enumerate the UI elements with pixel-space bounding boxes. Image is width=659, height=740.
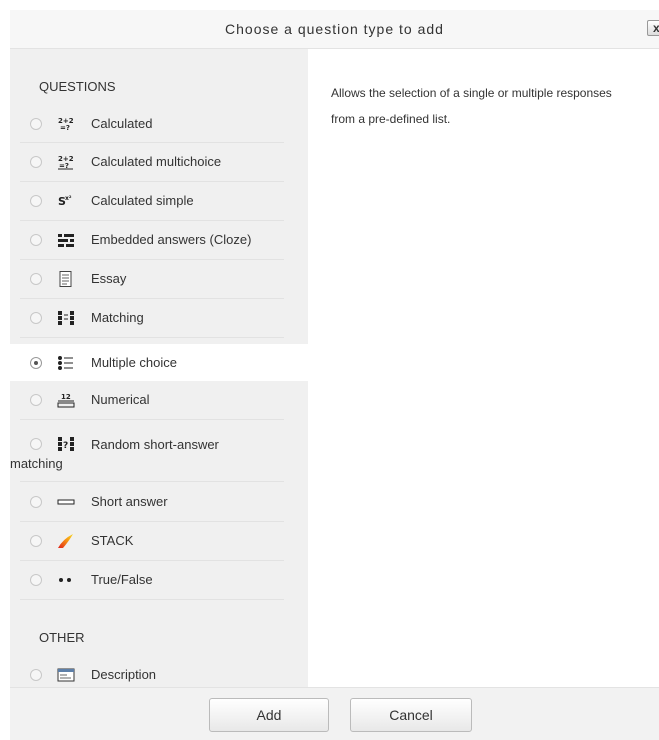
option-label: Multiple choice <box>91 354 177 370</box>
cancel-button[interactable]: Cancel <box>350 698 472 732</box>
option-label: True/False <box>91 572 153 587</box>
radio-description[interactable] <box>30 669 42 681</box>
question-type-list: QUESTIONS 2+2 =? Calculated 2+2 =? Calcula… <box>10 49 308 695</box>
radio-short-answer[interactable] <box>30 495 42 508</box>
multiple-choice-icon <box>57 355 75 371</box>
question-type-dialog: Choose a question type to add x QUESTION… <box>10 10 659 740</box>
numerical-icon: 12 <box>57 392 75 408</box>
option-matching[interactable]: Matching <box>20 299 284 338</box>
option-label: Essay <box>91 271 127 286</box>
option-true-false[interactable]: True/False <box>20 561 284 600</box>
radio-matching[interactable] <box>30 312 42 324</box>
svg-text:x²: x² <box>65 195 72 202</box>
option-cloze[interactable]: Embedded answers (Cloze) <box>20 221 284 260</box>
essay-icon <box>57 271 75 287</box>
section-label-other: OTHER <box>39 630 85 645</box>
calculated-multichoice-icon: 2+2 =? <box>57 154 75 170</box>
calculated-simple-icon: Sx² <box>57 193 75 209</box>
section-label-questions: QUESTIONS <box>39 79 116 94</box>
option-label-line2: matching <box>10 456 63 471</box>
option-label: Calculated multichoice <box>91 154 222 169</box>
question-type-description: Allows the selection of a single or mult… <box>331 86 612 126</box>
radio-calculated-simple[interactable] <box>30 195 42 207</box>
radio-multiple-choice[interactable] <box>30 356 42 369</box>
true-false-icon <box>57 572 75 588</box>
option-label: Calculated simple <box>91 193 194 208</box>
svg-text:=?: =? <box>60 124 70 132</box>
random-short-answer-icon: ? <box>57 436 75 452</box>
dialog-title: Choose a question type to add <box>225 21 444 37</box>
radio-stack[interactable] <box>30 535 42 547</box>
option-label: Short answer <box>91 493 168 509</box>
option-label: Numerical <box>91 392 150 407</box>
option-numerical[interactable]: 12 Numerical <box>20 381 284 420</box>
stack-icon <box>57 533 75 549</box>
option-stack[interactable]: STACK <box>20 522 284 561</box>
option-essay[interactable]: Essay <box>20 260 284 299</box>
radio-calculated[interactable] <box>30 118 42 130</box>
radio-essay[interactable] <box>30 273 42 285</box>
close-button[interactable]: x <box>647 20 659 36</box>
option-label: STACK <box>91 533 134 548</box>
option-short-answer[interactable]: Short answer <box>20 482 284 522</box>
option-random-short-answer-matching[interactable]: ? Random short-answer matching <box>10 420 284 482</box>
add-button[interactable]: Add <box>209 698 329 732</box>
option-label: Calculated <box>91 116 153 131</box>
option-calculated-multichoice[interactable]: 2+2 =? Calculated multichoice <box>20 143 284 182</box>
dialog-footer: Add Cancel <box>10 687 659 740</box>
option-label: Random short-answer <box>91 437 219 452</box>
matching-icon <box>57 310 75 326</box>
radio-calculated-multichoice[interactable] <box>30 156 42 168</box>
description-icon <box>57 667 75 683</box>
svg-text:12: 12 <box>61 393 71 401</box>
dialog-header: Choose a question type to add x <box>10 10 659 49</box>
radio-random-short-answer-matching[interactable] <box>30 438 42 450</box>
cloze-icon <box>57 232 75 248</box>
svg-text:?: ? <box>63 441 68 451</box>
description-panel: Allows the selection of a single or mult… <box>308 49 659 687</box>
radio-cloze[interactable] <box>30 234 42 246</box>
option-calculated[interactable]: 2+2 =? Calculated <box>20 106 284 143</box>
option-label: Matching <box>91 310 144 325</box>
dialog-body: QUESTIONS 2+2 =? Calculated 2+2 =? Calcula… <box>10 49 659 695</box>
option-label: Embedded answers (Cloze) <box>91 232 252 247</box>
option-label: Description <box>91 667 157 682</box>
option-calculated-simple[interactable]: Sx² Calculated simple <box>20 182 284 221</box>
radio-true-false[interactable] <box>30 574 42 586</box>
short-answer-icon <box>57 494 75 510</box>
radio-numerical[interactable] <box>30 394 42 406</box>
calculated-icon: 2+2 =? <box>57 116 75 132</box>
option-multiple-choice[interactable]: Multiple choice <box>10 344 308 381</box>
